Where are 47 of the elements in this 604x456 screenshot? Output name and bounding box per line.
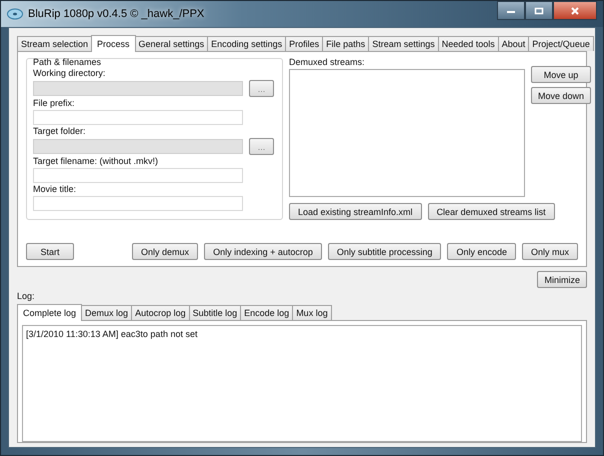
minimize-window-button[interactable] <box>497 1 525 20</box>
move-button[interactable]: Move up <box>531 66 592 83</box>
tab[interactable]: Needed tools <box>438 36 499 51</box>
process-button[interactable]: Only mux <box>522 243 578 260</box>
maximize-icon <box>534 6 544 14</box>
tab[interactable]: Stream settings <box>368 36 439 51</box>
log-tab[interactable]: Subtitle log <box>188 305 242 320</box>
tab[interactable]: File paths <box>322 36 370 51</box>
field-label: Working directory: <box>33 67 106 80</box>
log-tab[interactable]: Mux log <box>292 305 332 320</box>
field-label: Movie title: <box>33 183 78 196</box>
tab[interactable]: Process <box>91 35 136 52</box>
log-tab[interactable]: Encode log <box>240 305 294 320</box>
process-button[interactable]: Only indexing + autocrop <box>204 243 322 260</box>
list-label: Demuxed streams: <box>289 56 366 69</box>
tab[interactable]: Stream selection <box>17 36 92 51</box>
list-action-button[interactable]: Clear demuxed streams list <box>428 203 555 220</box>
window-title: BluRip 1080p v0.4.5 © _hawk_/PPX <box>28 8 204 20</box>
log-tab[interactable]: Complete log <box>17 304 82 321</box>
log-tab[interactable]: Autocrop log <box>131 305 190 320</box>
text-field[interactable] <box>33 110 243 125</box>
disc-icon <box>7 8 23 20</box>
text-field[interactable] <box>33 196 243 211</box>
close-window-button[interactable] <box>553 1 597 20</box>
process-button[interactable]: Only encode <box>447 243 516 260</box>
close-icon <box>570 6 580 14</box>
maximize-window-button[interactable] <box>525 1 553 20</box>
move-button[interactable]: Move down <box>531 87 592 104</box>
tab[interactable]: General settings <box>134 36 208 51</box>
field-label: Target filename: (without .mkv!) <box>33 155 160 168</box>
log-line: [3/1/2010 11:30:13 AM] eac3to path not set <box>26 328 198 340</box>
start-button[interactable]: Start <box>26 243 74 260</box>
group-title: Path & filenames <box>33 57 102 67</box>
text-field[interactable] <box>33 168 243 183</box>
streams-list[interactable] <box>289 69 525 197</box>
minimize-button[interactable]: Minimize <box>537 271 587 288</box>
tab[interactable]: Profiles <box>285 36 324 51</box>
field-label: File prefix: <box>33 97 76 110</box>
process-button[interactable]: Only subtitle processing <box>328 243 442 260</box>
field-label: Target folder: <box>33 125 87 138</box>
tab[interactable]: Encoding settings <box>207 36 286 51</box>
tab[interactable]: Project/Queue <box>528 36 594 51</box>
log-tab[interactable]: Demux log <box>81 305 132 320</box>
process-button[interactable]: Only demux <box>132 243 198 260</box>
tab[interactable]: About <box>498 36 530 51</box>
log-label: Log: <box>17 290 36 303</box>
list-action-button[interactable]: Load existing streamInfo.xml <box>289 203 422 220</box>
